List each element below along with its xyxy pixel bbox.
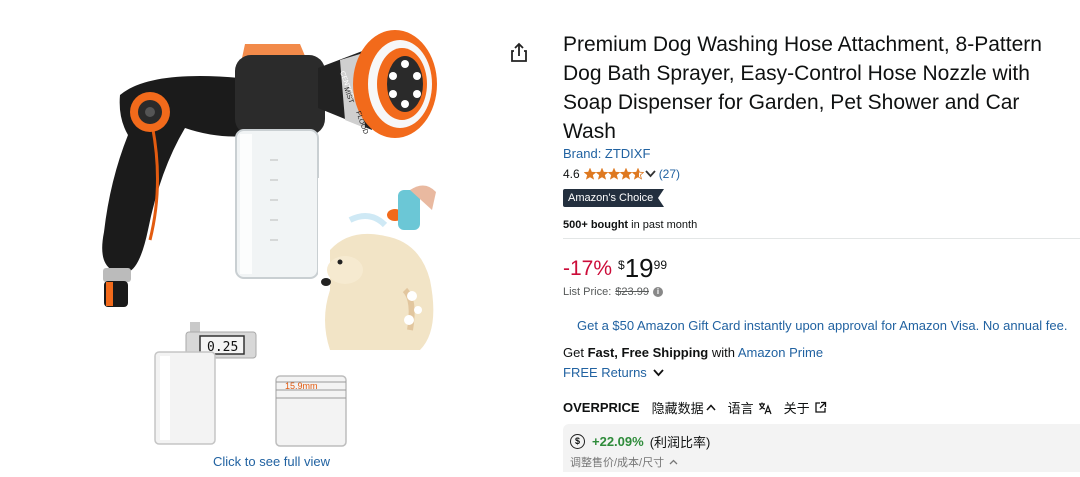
inset-dog-image [318,178,440,352]
bought-count: 500+ bought [563,219,629,231]
product-main-image[interactable]: CENTER MIST FLOOD 0.25 15.9mm [0,0,500,472]
dollar-circle-icon: $ [570,434,585,449]
free-returns-label: FREE Returns [563,365,647,380]
overprice-extension-bar: OVERPRICE 隐藏数据 语言 关于 [563,398,839,417]
rating-stars[interactable] [583,168,644,180]
overprice-brand: OVERPRICE [563,400,640,415]
rating-value: 4.6 [563,167,580,181]
price-fraction: 99 [653,258,667,272]
bought-suffix: in past month [628,219,698,231]
hide-data-label: 隐藏数据 [651,401,704,416]
cylinder-label: 15.9mm [285,381,318,391]
shipping-bold: Fast, Free Shipping [587,345,709,360]
click-full-view-link[interactable]: Click to see full view [213,454,330,469]
brand-link[interactable]: Brand: ZTDIXF [563,146,650,161]
rating-row[interactable]: 4.6 (27) [563,166,680,182]
star-icon [631,168,644,180]
discount-percent: -17% [563,257,613,280]
amazons-choice-badge[interactable]: Amazon's Choice [563,189,665,207]
profit-percent: +22.09% [592,434,644,449]
inset-caliper-image: 0.25 [154,322,257,445]
amazon-prime-link[interactable]: Amazon Prime [738,345,823,360]
about-link[interactable]: 关于 [784,398,827,417]
list-price-label: List Price: [563,286,612,298]
star-icon [595,168,608,180]
info-icon[interactable]: i [652,287,663,297]
price-currency: $ [618,258,625,272]
gift-card-offer-link[interactable]: Get a $50 Amazon Gift Card instantly upo… [577,318,1067,333]
list-price: List Price: $23.99 i [563,286,663,298]
translate-icon [758,401,772,415]
product-title: Premium Dog Washing Hose Attachment, 8-P… [563,33,1042,143]
chevron-up-icon [706,404,716,411]
external-link-icon [814,401,827,414]
bought-in-past-month: 500+ bought in past month [563,219,697,231]
inset-cylinder-image: 15.9mm [275,375,347,447]
star-icon [607,168,620,180]
chevron-down-icon[interactable] [645,167,656,181]
shipping-prefix: Get [563,345,588,360]
divider [563,238,1080,239]
chevron-up-icon [669,459,678,465]
shipping-mid: with [708,345,738,360]
language-label: 语言 [727,401,754,416]
profit-label: (利润比率) [649,435,711,450]
hide-data-toggle[interactable]: 隐藏数据 [652,398,716,417]
share-icon[interactable] [509,42,529,64]
rating-count-link[interactable]: (27) [659,167,680,181]
free-returns-link[interactable]: FREE Returns [563,365,664,380]
chevron-down-icon [653,368,664,377]
adjust-price-cost-size-toggle[interactable]: 调整售价/成本/尺寸 [570,454,678,470]
profit-ratio-row: $ +22.09% (利润比率) [570,432,710,451]
price-block: -17% $ 19 99 [563,254,667,284]
shipping-info: Get Fast, Free Shipping with Amazon Prim… [563,345,823,360]
price-whole: 19 [624,253,654,283]
adjust-label: 调整售价/成本/尺寸 [570,457,665,469]
about-label: 关于 [783,401,810,416]
star-icon [619,168,632,180]
language-menu[interactable]: 语言 [728,398,772,417]
list-price-value: $23.99 [615,286,649,298]
product-image-gallery[interactable]: CENTER MIST FLOOD 0.25 15.9mm [0,0,500,472]
star-icon [583,168,596,180]
